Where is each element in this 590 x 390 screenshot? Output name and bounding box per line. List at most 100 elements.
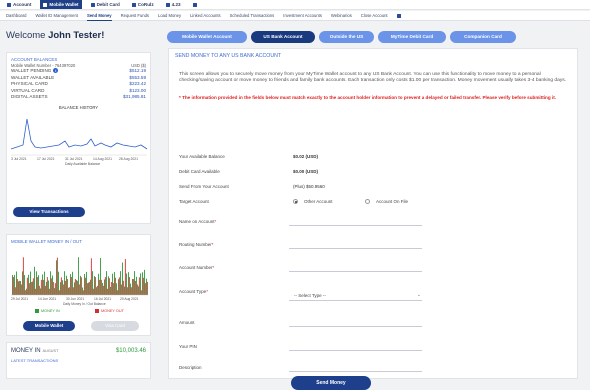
radio-account-on-file[interactable]: Account On File bbox=[365, 199, 408, 204]
x-axis-label: Daily Money In / Out Balance bbox=[63, 302, 106, 306]
send-money-button[interactable]: Send Money bbox=[291, 376, 371, 390]
money-out-bar bbox=[80, 277, 82, 295]
main-content: Mobile Wallet Account US Bank Account Ou… bbox=[160, 27, 584, 390]
money-out-bar bbox=[144, 283, 146, 295]
account-number-input[interactable] bbox=[289, 271, 422, 272]
description-input[interactable] bbox=[289, 371, 422, 372]
money-out-bar bbox=[66, 279, 68, 295]
nav-more[interactable] bbox=[190, 0, 202, 9]
radio-other-account[interactable]: Other Account bbox=[293, 199, 333, 204]
money-out-bar bbox=[88, 281, 90, 295]
money-in-bar bbox=[126, 273, 127, 295]
nav-corulz[interactable]: CoRulz bbox=[129, 0, 157, 9]
money-out-bar bbox=[70, 277, 72, 295]
money-in-bar bbox=[144, 269, 145, 295]
target-account-label: Target Account bbox=[179, 199, 209, 204]
send-money-tabs: Mobile Wallet Account US Bank Account Ou… bbox=[167, 31, 520, 43]
money-in-out-chart: 29 Jul 2021 14 Jun 2021 30 Jun 2021 16 J… bbox=[11, 257, 148, 306]
form-warning: * The information provided in the fields… bbox=[179, 94, 557, 100]
send-from-label: Send From Your Account bbox=[179, 184, 229, 189]
form-title: SEND MONEY TO ANY US BANK ACCOUNT bbox=[175, 53, 281, 59]
money-in-bar bbox=[106, 271, 107, 295]
subnav-request-funds[interactable]: Request Funds bbox=[121, 11, 149, 21]
money-out-bar bbox=[46, 277, 48, 295]
subnav-close-account[interactable]: Close Account bbox=[361, 11, 388, 21]
money-in-bar bbox=[140, 273, 141, 295]
field-label-text: Routing Number bbox=[179, 242, 212, 247]
routing-number-input[interactable] bbox=[289, 248, 422, 249]
balance-value: $31,985.81 bbox=[123, 94, 146, 100]
mobile-wallet-button[interactable]: Mobile Wallet bbox=[23, 321, 75, 331]
legend-label: MONEY OUT bbox=[101, 309, 124, 313]
money-out-bar bbox=[92, 288, 94, 295]
tab-debit-card[interactable]: MyTime Debit Card bbox=[378, 31, 446, 43]
visa-card-button[interactable]: Visa Card bbox=[91, 321, 139, 331]
nav-points[interactable]: 4.23 bbox=[163, 0, 184, 9]
subnav-dashboard[interactable]: Dashboard bbox=[6, 11, 27, 21]
nav-debit-card[interactable]: Debit Card bbox=[88, 0, 123, 9]
money-in-bar bbox=[96, 287, 97, 295]
money-out-bar bbox=[64, 280, 66, 295]
tab-companion-card[interactable]: Companion Card bbox=[450, 31, 516, 43]
flag-icon[interactable] bbox=[396, 13, 401, 18]
money-in-bar bbox=[20, 281, 21, 295]
money-in-bar bbox=[60, 282, 61, 295]
subnav-load-money[interactable]: Load Money bbox=[158, 11, 181, 21]
money-out-bar bbox=[26, 277, 28, 295]
money-in-bar bbox=[130, 283, 131, 295]
balance-value: $512.19 bbox=[129, 68, 146, 73]
account-type-select[interactable]: -- Select Type -- bbox=[294, 293, 326, 298]
info-icon[interactable]: i bbox=[53, 68, 59, 74]
money-out-bar bbox=[96, 285, 98, 295]
money-out-bar bbox=[62, 284, 64, 295]
radio-icon bbox=[365, 199, 370, 204]
money-out-bar bbox=[146, 281, 148, 295]
money-out-bar bbox=[72, 287, 74, 295]
nav-account[interactable]: Account bbox=[4, 0, 34, 9]
nav-label: Debit Card bbox=[96, 2, 120, 7]
balance-history-title: BALANCE HISTORY bbox=[58, 104, 99, 110]
x-tick: 31 Jul 2021 bbox=[65, 157, 83, 161]
money-in-bar bbox=[124, 286, 125, 295]
form-description: This screen allows you to securely move … bbox=[179, 72, 567, 84]
tab-mobile-wallet-account[interactable]: Mobile Wallet Account bbox=[167, 31, 247, 43]
money-in-bar bbox=[22, 271, 23, 295]
money-out-bar bbox=[86, 283, 88, 295]
money-in-bar bbox=[48, 280, 49, 295]
money-in-bar bbox=[82, 287, 83, 295]
money-out-bar bbox=[24, 290, 26, 295]
pin-input[interactable] bbox=[289, 350, 422, 351]
legend-dot bbox=[95, 309, 99, 313]
subnav-investment[interactable]: Investment Accounts bbox=[283, 11, 322, 21]
balance-label: PHYSICAL CARD bbox=[11, 81, 48, 87]
tab-us-bank-account[interactable]: US Bank Account bbox=[251, 31, 315, 43]
subnav-webinars[interactable]: Webinarios bbox=[331, 11, 352, 21]
amount-input[interactable] bbox=[289, 326, 422, 327]
view-transactions-button[interactable]: View Transactions bbox=[13, 207, 85, 217]
money-in-bar bbox=[36, 271, 37, 295]
money-out-bar bbox=[140, 290, 142, 295]
money-in-bar bbox=[38, 275, 39, 295]
subnav-send-money[interactable]: Send Money bbox=[86, 11, 112, 21]
x-tick: 14 Aug 2021 bbox=[93, 157, 112, 161]
money-out-bar bbox=[48, 288, 50, 295]
money-in-bar bbox=[118, 279, 119, 295]
balance-row: WALLET PENDING i $512.19 bbox=[11, 68, 146, 75]
account-type-label: Account Type* bbox=[179, 289, 208, 294]
chevron-down-icon[interactable]: ⌄ bbox=[417, 292, 421, 298]
tab-outside-us[interactable]: Outside the US bbox=[319, 31, 374, 43]
x-tick: 17 Jul 2021 bbox=[37, 157, 55, 161]
sub-navigation: Dashboard Wallet ID Management Send Mone… bbox=[0, 11, 590, 21]
money-out-bar bbox=[44, 285, 46, 295]
money-in-bar bbox=[26, 288, 27, 295]
money-out-bar bbox=[116, 290, 118, 295]
balance-label: VIRTUAL CARD bbox=[11, 87, 45, 93]
subnav-wallet-id[interactable]: Wallet ID Management bbox=[36, 11, 78, 21]
subnav-scheduled[interactable]: Scheduled Transactions bbox=[230, 11, 275, 21]
money-in-out-panel: MOBILE WALLET MONEY IN / OUT 29 Jul 2021… bbox=[6, 234, 151, 336]
account-number-label: Account Number* bbox=[179, 265, 215, 270]
name-on-account-input[interactable] bbox=[289, 225, 422, 226]
subnav-linked-accounts[interactable]: Linked Accounts bbox=[190, 11, 221, 21]
money-in-bar bbox=[136, 276, 137, 295]
nav-mobile-wallet[interactable]: Mobile Wallet bbox=[40, 0, 82, 9]
